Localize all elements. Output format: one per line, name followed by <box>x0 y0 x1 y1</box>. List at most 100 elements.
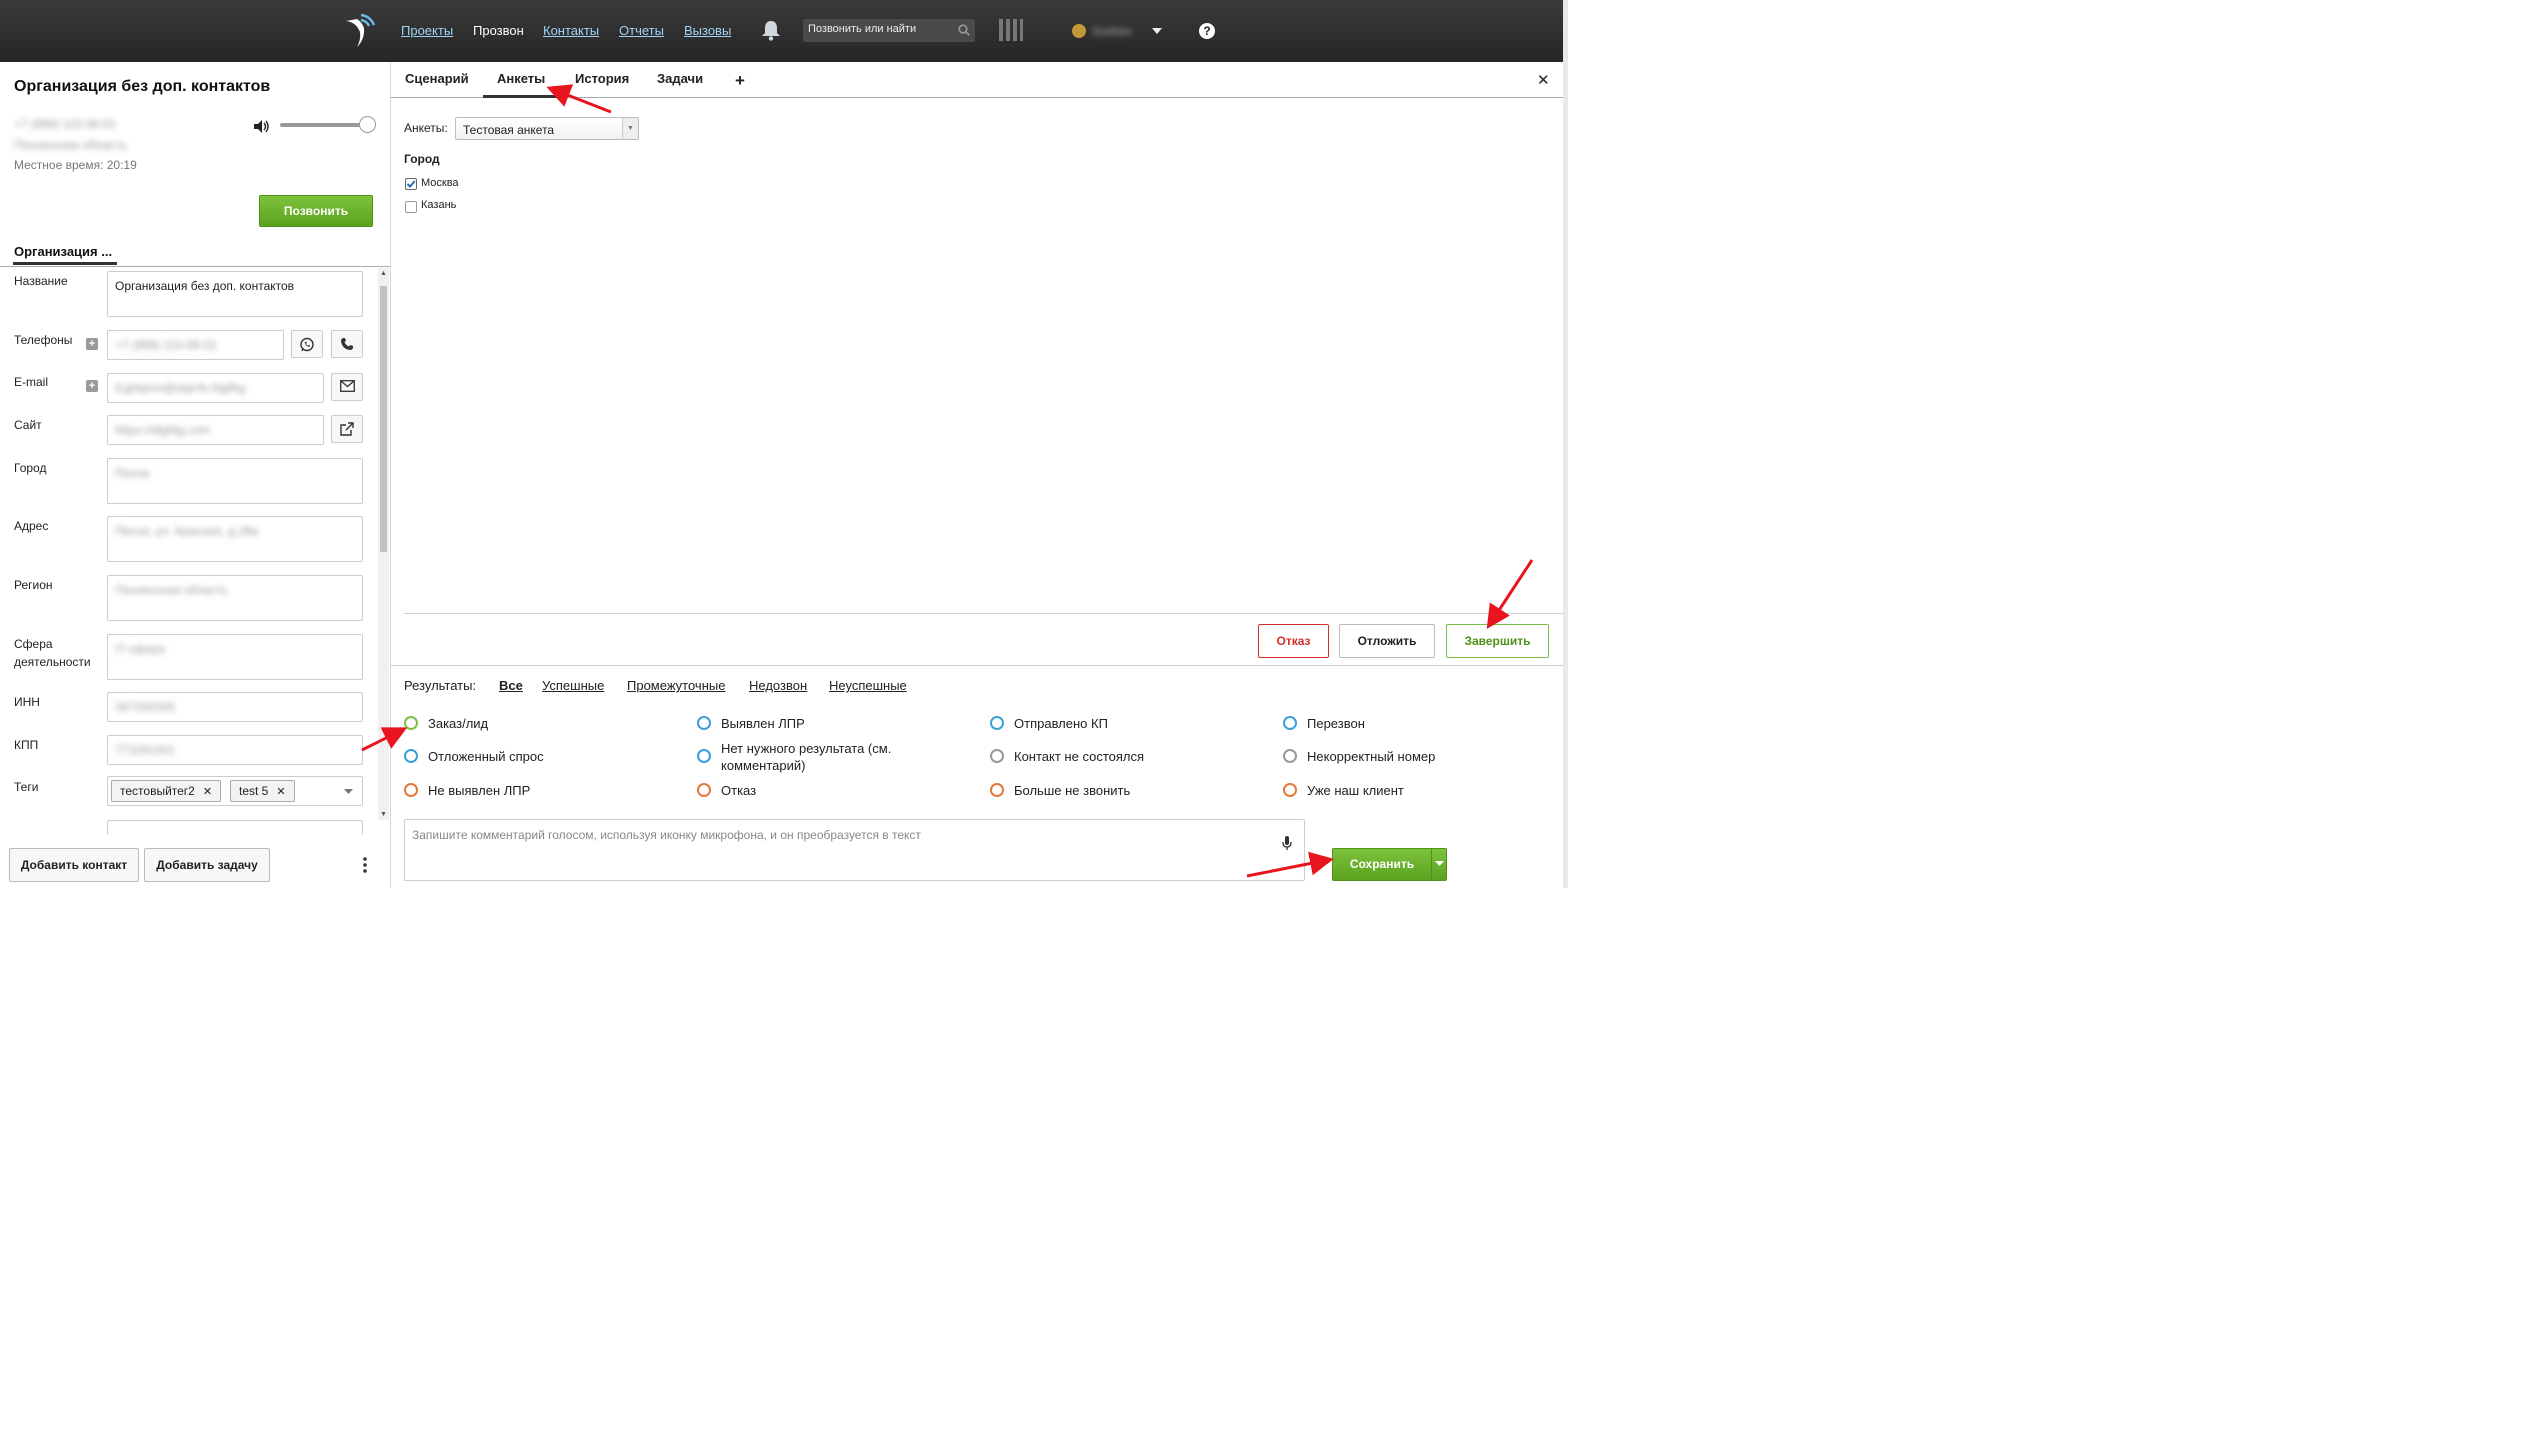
add-contact-button[interactable]: Добавить контакт <box>9 848 139 882</box>
kpp-field[interactable]: 773261001 <box>107 735 363 765</box>
result-radio[interactable] <box>1283 716 1297 730</box>
filter-intermediate[interactable]: Промежуточные <box>627 678 725 693</box>
nav-reports[interactable]: Отчеты <box>619 23 664 38</box>
result-label[interactable]: Некорректный номер <box>1307 748 1435 765</box>
address-field[interactable]: Пенза, ул. Красная, д.28а <box>107 516 363 562</box>
tab-surveys[interactable]: Анкеты <box>497 71 545 86</box>
nav-contacts[interactable]: Контакты <box>543 23 599 38</box>
apps-icon[interactable] <box>998 18 1024 42</box>
divider <box>391 665 1563 666</box>
nav-dialing[interactable]: Прозвон <box>473 23 524 38</box>
result-label[interactable]: Отложенный спрос <box>428 748 544 765</box>
name-field[interactable]: Организация без доп. контактов <box>107 271 363 317</box>
volume-icon[interactable] <box>254 120 270 133</box>
phone-field[interactable]: +7 (999) 110-08-01 <box>107 330 284 360</box>
remove-tag-icon[interactable]: ✕ <box>203 786 212 798</box>
comment-input[interactable]: Запишите комментарий голосом, используя … <box>404 819 1305 881</box>
tab-tasks[interactable]: Задачи <box>657 71 703 86</box>
result-label[interactable]: Отказ <box>721 782 756 799</box>
result-label[interactable]: Не выявлен ЛПР <box>428 782 530 799</box>
result-label[interactable]: Выявлен ЛПР <box>721 715 805 732</box>
result-radio[interactable] <box>990 716 1004 730</box>
result-label[interactable]: Отправлено КП <box>1014 715 1108 732</box>
volume-slider-knob[interactable] <box>359 116 376 133</box>
result-radio[interactable] <box>404 749 418 763</box>
scrollbar-thumb[interactable] <box>380 286 387 552</box>
save-button[interactable]: Сохранить <box>1332 848 1447 881</box>
result-radio[interactable] <box>1283 783 1297 797</box>
survey-select[interactable]: Тестовая анкета ▼ <box>455 117 639 140</box>
filter-no-answer[interactable]: Недозвон <box>749 678 807 693</box>
tab-script[interactable]: Сценарий <box>405 71 469 86</box>
chevron-down-icon[interactable] <box>1152 28 1162 34</box>
more-options-icon[interactable] <box>362 857 368 873</box>
result-label-continued[interactable]: комментарий) <box>721 757 805 774</box>
window-edge <box>1563 0 1568 888</box>
result-radio[interactable] <box>990 783 1004 797</box>
phone-call-button[interactable] <box>331 330 363 358</box>
site-label: Сайт <box>14 418 42 432</box>
nav-projects[interactable]: Проекты <box>401 23 453 38</box>
tags-field[interactable]: тестовыйтег2 ✕ test 5 ✕ <box>107 776 363 806</box>
callbox-logo-icon[interactable] <box>343 12 377 48</box>
nav-calls[interactable]: Вызовы <box>684 23 731 38</box>
tag-chip[interactable]: test 5 ✕ <box>230 780 295 802</box>
save-options-dropdown[interactable] <box>1431 849 1447 880</box>
send-email-button[interactable] <box>331 373 363 401</box>
help-icon[interactable]: ? <box>1199 23 1215 39</box>
filter-all[interactable]: Все <box>499 678 523 693</box>
tab-organization[interactable]: Организация ... <box>14 244 112 259</box>
finish-button[interactable]: Завершить <box>1446 624 1549 658</box>
chevron-down-icon[interactable]: ▼ <box>622 118 638 139</box>
chevron-down-icon[interactable] <box>344 789 353 794</box>
scrollbar[interactable]: ▲ ▼ <box>378 268 389 820</box>
result-radio[interactable] <box>404 716 418 730</box>
sphere-field-value: IT-сфера <box>115 642 165 656</box>
postpone-button[interactable]: Отложить <box>1339 624 1435 658</box>
result-label[interactable]: Перезвон <box>1307 715 1365 732</box>
add-tab-icon[interactable]: + <box>735 71 745 91</box>
microphone-icon[interactable] <box>1282 836 1292 851</box>
region-label: Регион <box>14 578 53 592</box>
whatsapp-button[interactable] <box>291 330 323 358</box>
result-radio[interactable] <box>697 783 711 797</box>
close-icon[interactable]: ✕ <box>1537 71 1550 89</box>
result-label[interactable]: Больше не звонить <box>1014 782 1130 799</box>
tag-chip[interactable]: тестовыйтег2 ✕ <box>111 780 222 802</box>
filter-unsuccessful[interactable]: Неуспешные <box>829 678 907 693</box>
email-field[interactable]: fcghkjnm@dsjrrfe.fdgfhg <box>107 373 324 403</box>
add-email-icon[interactable]: + <box>86 380 98 392</box>
result-label[interactable]: Заказ/лид <box>428 715 488 732</box>
search-icon[interactable] <box>958 24 970 36</box>
add-phone-icon[interactable]: + <box>86 338 98 350</box>
volume-slider[interactable] <box>280 116 376 133</box>
city-field[interactable]: Пенза <box>107 458 363 504</box>
call-button[interactable]: Позвонить <box>259 195 373 227</box>
search-input[interactable]: Позвонить или найти <box>803 19 975 42</box>
filter-successful[interactable]: Успешные <box>542 678 604 693</box>
result-radio[interactable] <box>990 749 1004 763</box>
result-label[interactable]: Нет нужного результата (см. <box>721 740 891 757</box>
remove-tag-icon[interactable]: ✕ <box>276 786 285 798</box>
result-radio[interactable] <box>697 749 711 763</box>
region-field[interactable]: Пензенская область <box>107 575 363 621</box>
user-menu[interactable]: Sovbes <box>1072 22 1167 40</box>
scroll-up-icon[interactable]: ▲ <box>380 270 387 277</box>
bell-icon[interactable] <box>761 20 781 41</box>
result-radio[interactable] <box>1283 749 1297 763</box>
refuse-button[interactable]: Отказ <box>1258 624 1329 658</box>
open-site-button[interactable] <box>331 415 363 443</box>
inn-field[interactable]: 347345345 <box>107 692 363 722</box>
sphere-field[interactable]: IT-сфера <box>107 634 363 680</box>
tab-history[interactable]: История <box>575 71 629 86</box>
option-checkbox[interactable] <box>405 201 417 213</box>
site-field[interactable]: https://dfgfdg.com <box>107 415 324 445</box>
option-checkbox[interactable] <box>405 178 417 190</box>
result-label[interactable]: Контакт не состоялся <box>1014 748 1144 765</box>
result-radio[interactable] <box>404 783 418 797</box>
address-label: Адрес <box>14 519 49 533</box>
scroll-down-icon[interactable]: ▼ <box>380 811 387 818</box>
result-radio[interactable] <box>697 716 711 730</box>
add-task-button[interactable]: Добавить задачу <box>144 848 270 882</box>
result-label[interactable]: Уже наш клиент <box>1307 782 1404 799</box>
